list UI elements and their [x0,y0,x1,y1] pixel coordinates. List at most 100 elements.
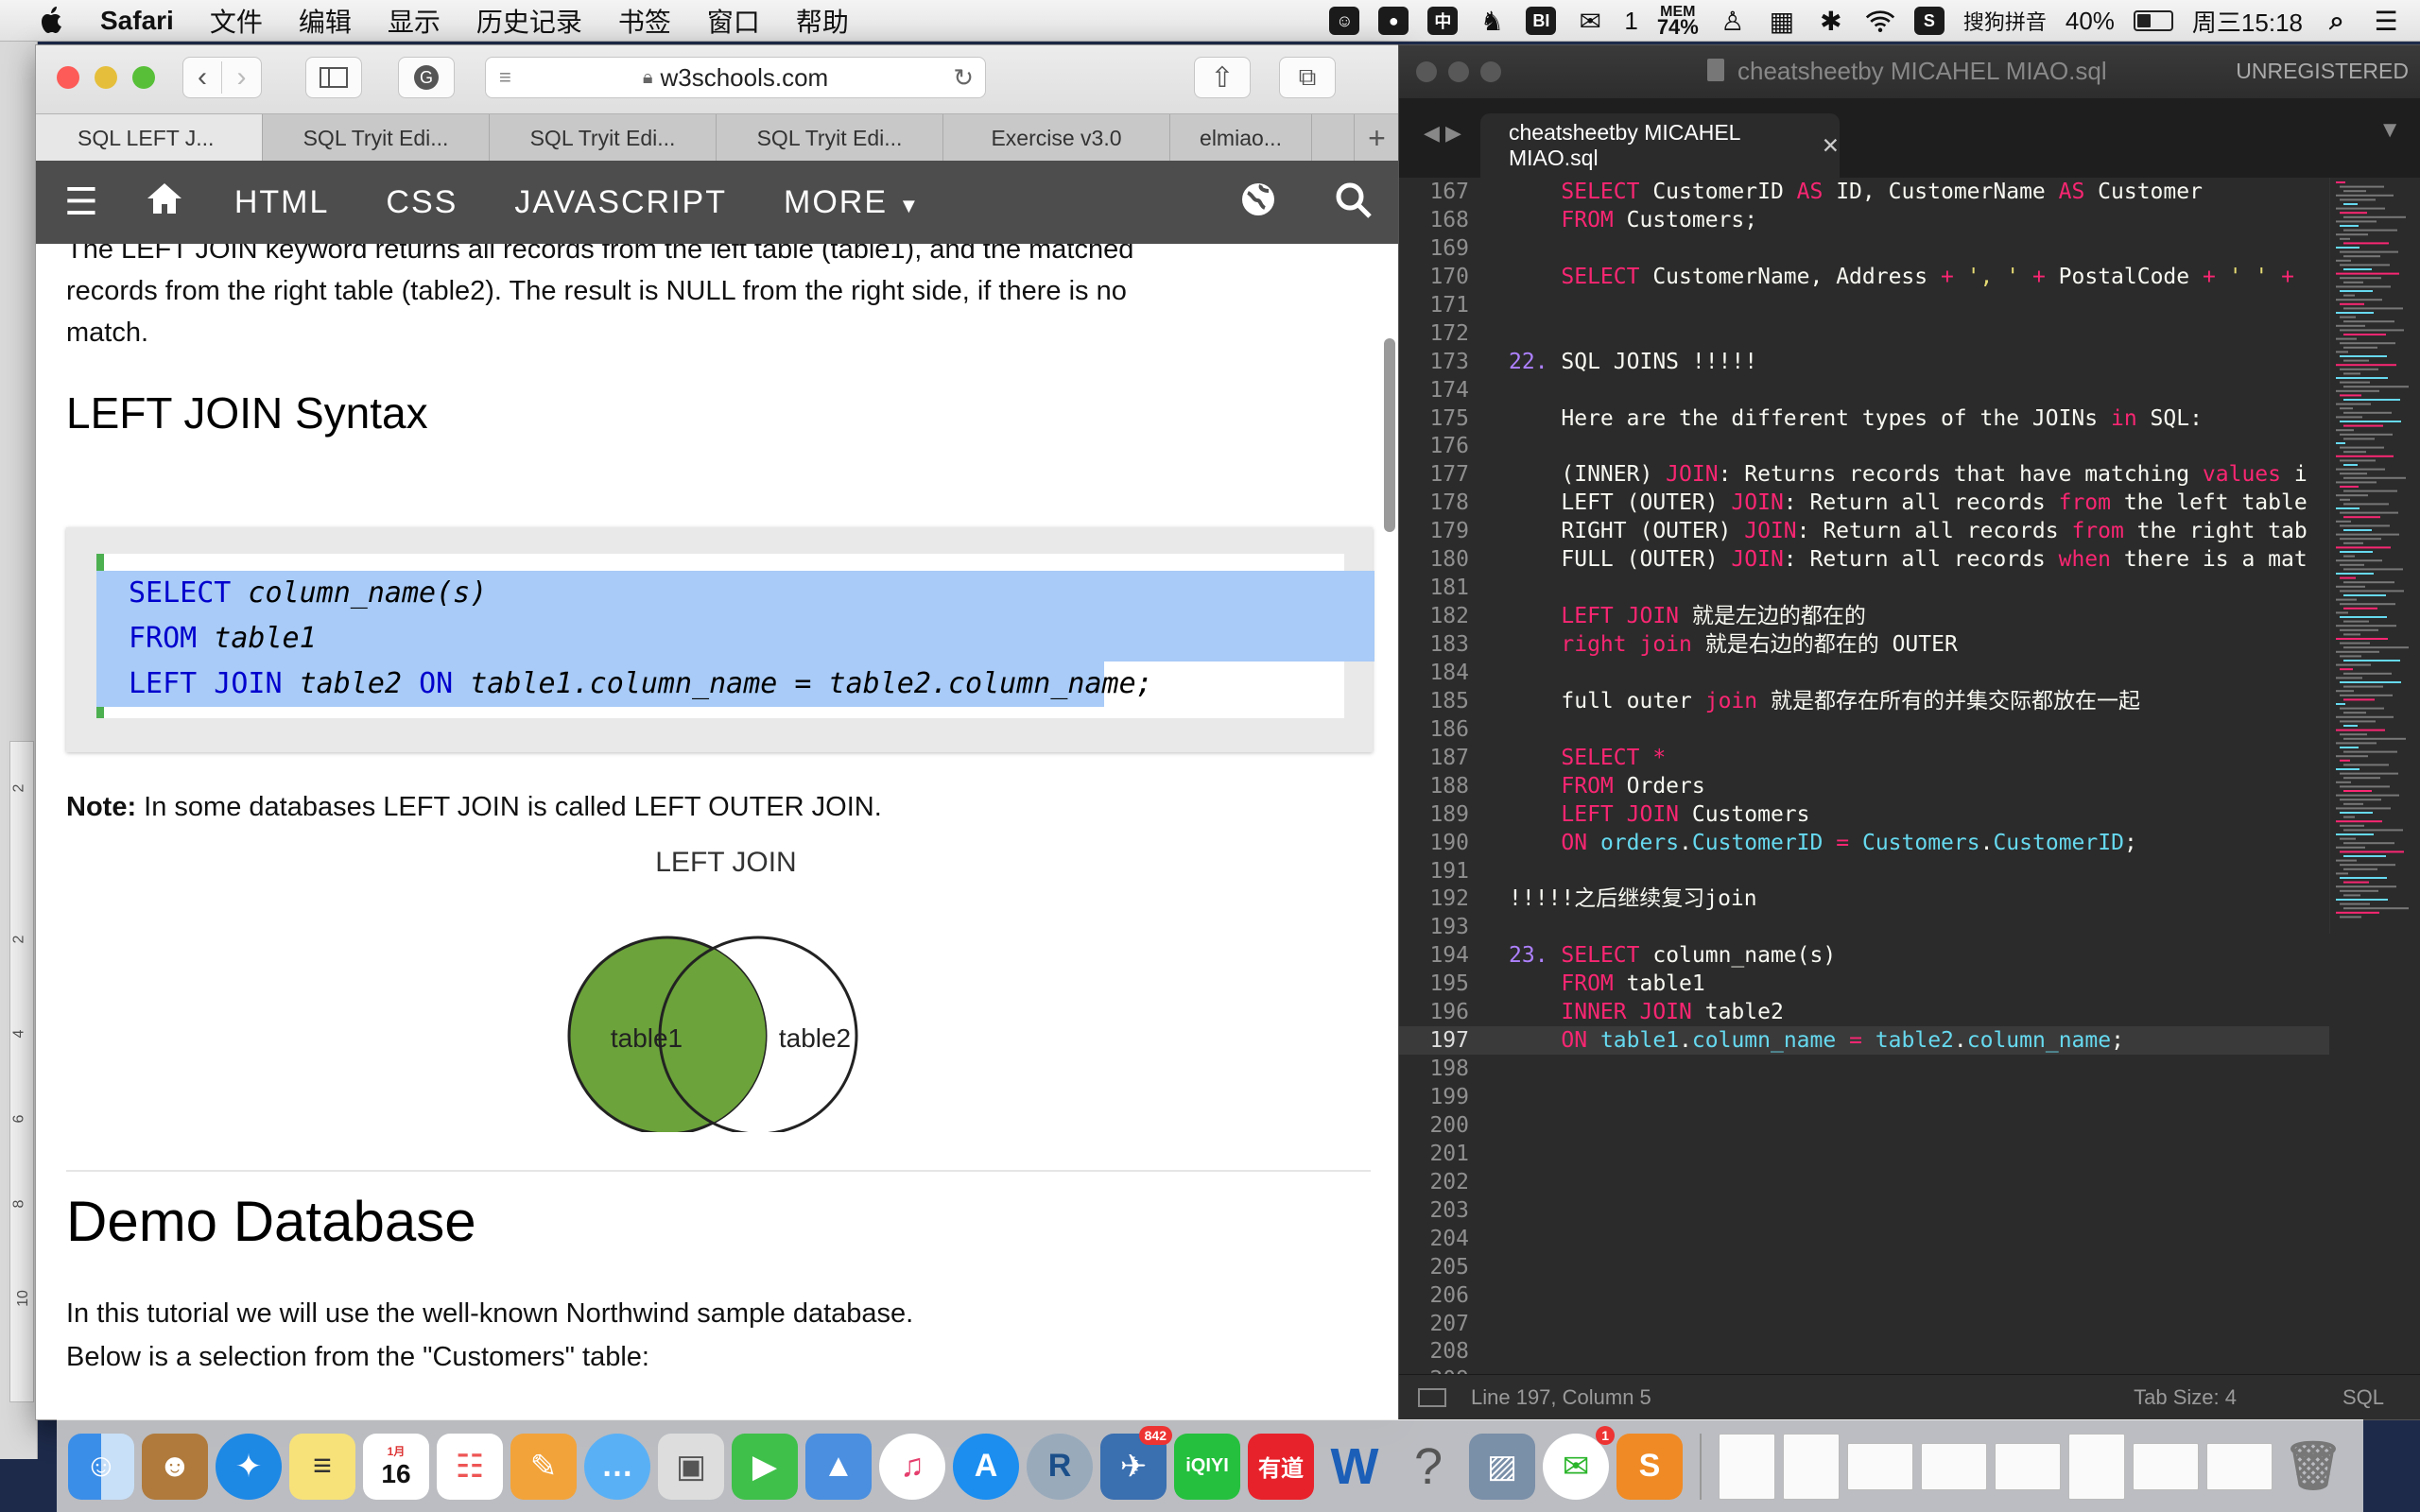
sogou-ime-icon[interactable]: S [1913,7,1945,35]
keyboard-icon[interactable]: ▦ [1767,7,1797,36]
preview-icon[interactable]: ▨ [1469,1433,1535,1500]
pages-icon[interactable]: ✎ [510,1433,577,1500]
evernote-elephant-icon[interactable]: ♞ [1477,7,1507,36]
smiley-app-icon[interactable]: ☺ [1329,7,1360,35]
recent-document-8-icon[interactable] [2206,1442,2273,1490]
sublime-zoom-button[interactable] [1480,61,1501,82]
tab-size[interactable]: Tab Size: 4 [2134,1385,2237,1410]
nav-css[interactable]: CSS [386,184,458,221]
nav-more[interactable]: MORE ▼ [784,184,921,221]
recent-document-6-icon[interactable] [2068,1433,2125,1500]
chinese-input-icon[interactable]: 中 [1427,7,1459,35]
menu-help[interactable]: 帮助 [796,2,849,40]
forward-arrow-icon[interactable]: › [222,61,261,94]
recent-document-7-icon[interactable] [2133,1442,2199,1490]
messages-icon[interactable]: … [584,1433,650,1500]
clock[interactable]: 周三15:18 [2192,4,2303,39]
keynote-icon[interactable]: ▲ [805,1433,872,1500]
tab-nav-arrows-icon[interactable]: ◀ ▶ [1424,121,1461,146]
page-scrollbar[interactable] [1384,338,1395,532]
syntax-mode[interactable]: SQL [2342,1385,2384,1410]
notes-icon[interactable]: ≡ [289,1433,355,1500]
recent-document-3-icon[interactable] [1847,1442,1913,1490]
reminders-icon[interactable]: ☷ [437,1433,503,1500]
reader-mode-icon[interactable]: ≡ [499,65,511,90]
app-store-icon[interactable]: A [953,1433,1019,1500]
battery-icon[interactable] [2133,10,2173,31]
youdao-icon[interactable]: 有道 [1248,1433,1314,1500]
apple-menu-icon[interactable] [38,6,76,35]
help-viewer-icon[interactable]: ? [1395,1434,1461,1500]
menu-bookmarks[interactable]: 书签 [618,2,671,40]
menu-history[interactable]: 历史记录 [476,2,582,40]
share-button[interactable]: ⇧ [1194,57,1251,98]
zoom-window-button[interactable] [132,66,155,89]
calendar-icon[interactable]: 1月 16 [363,1433,429,1500]
memory-monitor[interactable]: MEM 74% [1657,4,1699,38]
nav-javascript[interactable]: JAVASCRIPT [514,184,727,221]
ime-name[interactable]: 搜狗拼音 [1963,6,2047,36]
code-editor[interactable]: SELECT CustomerID AS ID, CustomerName AS… [1494,178,2329,1373]
bi-app-icon[interactable]: BI [1526,7,1557,35]
address-bar[interactable]: ≡ 🔒︎ w3schools.com ↻ [485,57,986,98]
wechat-dock-icon[interactable]: ✉ 1 [1543,1425,1615,1500]
recent-document-2-icon[interactable] [1783,1433,1840,1500]
search-icon[interactable] [1335,181,1373,228]
tab-elmiao[interactable]: elmiao... [1170,114,1312,162]
minimap[interactable] [2329,178,2420,934]
menu-file[interactable]: 文件 [210,2,263,40]
trash-icon[interactable]: 🗑︎ [2280,1434,2346,1500]
sublime-dock-icon[interactable]: S [1616,1433,1683,1500]
facetime-icon[interactable]: ▶ [732,1433,798,1500]
tab-sql-tryit-1[interactable]: SQL Tryit Edi... [263,114,490,162]
recent-document-4-icon[interactable] [1921,1442,1987,1490]
close-window-button[interactable] [57,66,79,89]
code-block[interactable]: SELECT column_name(s) FROM table1 LEFT J… [96,554,1374,718]
notification-center-icon[interactable]: ☰ [2371,7,2401,36]
contacts-icon[interactable]: ☻ [142,1433,208,1500]
hamburger-menu-icon[interactable]: ☰ [64,180,100,224]
globe-icon[interactable] [1240,181,1276,226]
minimize-window-button[interactable] [95,66,117,89]
menu-edit[interactable]: 编辑 [299,2,352,40]
show-all-tabs-button[interactable]: ⧉ [1279,57,1336,98]
tab-sql-tryit-2[interactable]: SQL Tryit Edi... [490,114,717,162]
nav-html[interactable]: HTML [234,184,330,221]
menu-window[interactable]: 窗口 [707,2,760,40]
microphone-icon[interactable]: ● [1378,7,1409,35]
sidebar-toggle-button[interactable] [305,57,362,98]
tab-sql-tryit-3[interactable]: SQL Tryit Edi... [717,114,943,162]
tab-close-icon[interactable]: ✕ [1822,133,1840,159]
spotlight-search-icon[interactable]: ⌕ [2322,6,2352,35]
sublime-minimize-button[interactable] [1448,61,1469,82]
menu-view[interactable]: 显示 [388,2,441,40]
wifi-icon[interactable] [1865,7,1895,35]
image-capture-icon[interactable]: ▣ [658,1433,724,1500]
iqiyi-icon[interactable]: iQIYI [1174,1433,1240,1500]
tab-dropdown-icon[interactable]: ▼ [2378,117,2401,144]
sublime-close-button[interactable] [1416,61,1437,82]
new-tab-button[interactable]: + [1354,114,1399,162]
user-switch-icon[interactable]: ♙ [1718,7,1748,36]
wechat-status-icon[interactable]: ✉ [1575,7,1605,36]
r-app-icon[interactable]: R [1027,1433,1093,1500]
recent-document-1-icon[interactable] [1719,1433,1775,1500]
tab-exercise[interactable]: Exercise v3.0 [943,114,1170,162]
bluetooth-icon[interactable]: ✱ [1816,7,1846,36]
itunes-icon[interactable]: ♫ [879,1433,945,1500]
back-arrow-icon[interactable]: ‹ [183,61,223,94]
mail-eagle-icon[interactable]: ✈ 842 [1100,1425,1172,1500]
tab-sql-left-join[interactable]: SQL LEFT J... [36,114,263,162]
reload-icon[interactable]: ↻ [953,63,974,93]
safari-icon[interactable]: ✦ [216,1433,282,1500]
menu-app-name[interactable]: Safari [100,6,174,36]
grammarly-extension-button[interactable]: G [398,57,455,98]
panel-toggle-icon[interactable] [1418,1387,1446,1407]
recent-document-5-icon[interactable] [1995,1442,2061,1490]
finder-icon[interactable]: ☺ [68,1433,134,1500]
home-icon[interactable] [146,181,183,224]
sublime-file-tab[interactable]: cheatsheetby MICAHEL MIAO.sql ✕ [1480,113,1840,178]
word-icon[interactable]: W [1322,1434,1388,1500]
